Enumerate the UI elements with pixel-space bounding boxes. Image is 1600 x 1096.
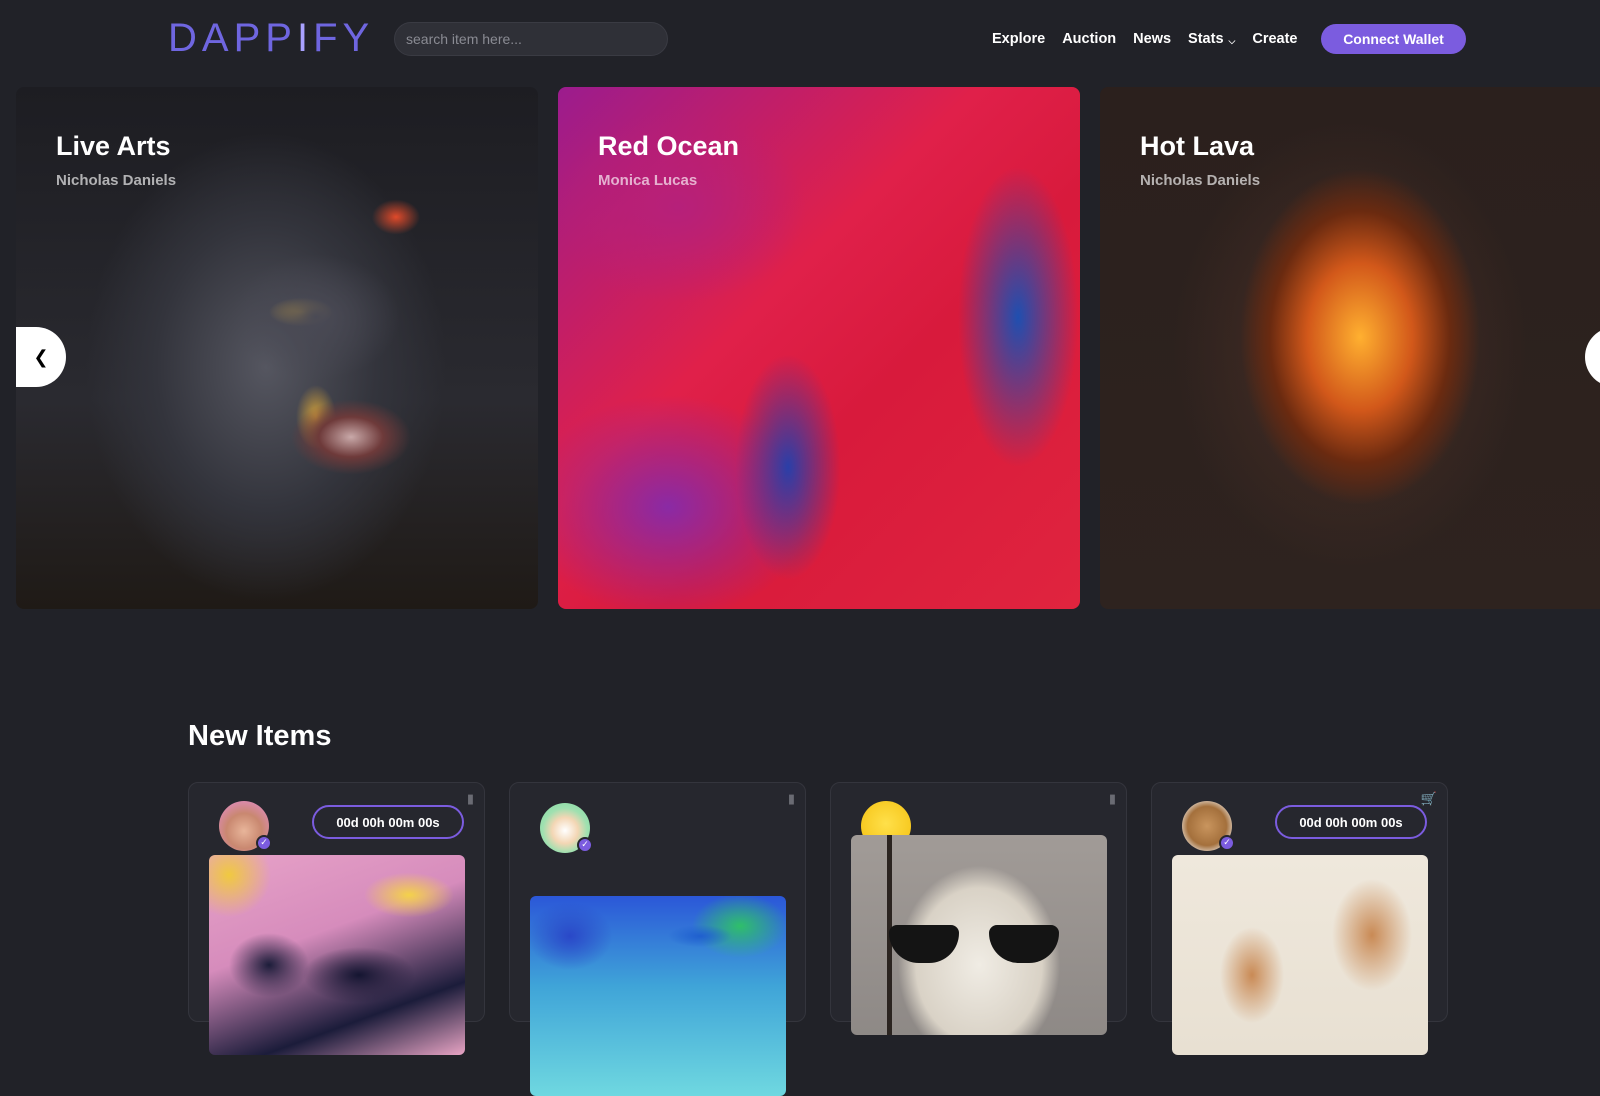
item-image[interactable] [1172,855,1428,1055]
item-image[interactable] [209,855,465,1055]
slide-author[interactable]: Monica Lucas [598,172,697,189]
item-card[interactable]: ✓ 00d 00h 00m 00s 🛒 [1151,782,1448,1055]
nav-create-label: Create [1252,31,1298,47]
section-title: New Items [188,720,332,752]
bookmark-icon[interactable]: ▮ [467,792,474,807]
item-image[interactable] [851,835,1107,1035]
slide-title: Hot Lava [1140,131,1255,161]
site-header: DAPPIFY Explore Auction News Stats ⌵ Crea… [0,0,1600,78]
item-card[interactable]: ✓ ▮ [830,782,1127,1035]
countdown-timer: 00d 00h 00m 00s [312,805,464,839]
nav-auction-label: Auction [1062,31,1117,47]
slide-live-arts[interactable]: Live Arts Nicholas Daniels [16,87,538,609]
verified-check-icon: ✓ [256,835,272,851]
slide-author[interactable]: Nicholas Daniels [1140,172,1260,189]
connect-wallet-button[interactable]: Connect Wallet [1321,24,1466,54]
verified-check-icon: ✓ [577,837,593,853]
logo-accent: I [296,15,314,60]
bookmark-icon[interactable]: ▮ [788,792,795,807]
item-image[interactable] [530,896,786,1096]
bookmark-icon[interactable]: ▮ [1109,792,1116,807]
nav-stats[interactable]: Stats ⌵ [1188,27,1235,51]
avatar[interactable]: ✓ [540,803,593,853]
nav-explore[interactable]: Explore [992,27,1045,51]
nav-auction[interactable]: Auction [1062,27,1116,51]
nav-stats-label: Stats [1188,31,1224,47]
slide-title: Red Ocean [598,131,740,161]
nav-news-label: News [1133,31,1172,47]
slide-title: Live Arts [56,131,171,161]
featured-carousel: Live Arts Nicholas Daniels Red Ocean Mon… [0,87,1600,609]
item-card[interactable]: ✓ ▮ [509,782,806,1096]
slide-author[interactable]: Nicholas Daniels [56,172,176,189]
verified-check-icon: ✓ [1219,835,1235,851]
main-nav: Explore Auction News Stats ⌵ Create [992,27,1314,51]
nav-create[interactable]: Create [1252,27,1297,51]
slide-hot-lava[interactable]: Hot Lava Nicholas Daniels [1100,87,1600,609]
logo-tail: FY [313,15,375,60]
shopping-basket-icon[interactable]: 🛒 [1421,792,1437,807]
search-input[interactable] [394,22,668,56]
nav-explore-label: Explore [992,31,1046,47]
logo[interactable]: DAPP I FY [168,16,374,60]
nav-news[interactable]: News [1133,27,1171,51]
chevron-down-icon: ⌵ [1228,35,1236,46]
avatar[interactable]: ✓ [219,801,272,851]
chevron-left-icon: ❮ [33,346,49,368]
countdown-timer: 00d 00h 00m 00s [1275,805,1427,839]
avatar[interactable]: ✓ [1182,801,1235,851]
logo-main: DAPP [168,15,297,60]
slide-red-ocean[interactable]: Red Ocean Monica Lucas [558,87,1080,609]
sunglasses-shape [889,925,1069,963]
item-card[interactable]: ✓ 00d 00h 00m 00s ▮ [188,782,485,1055]
